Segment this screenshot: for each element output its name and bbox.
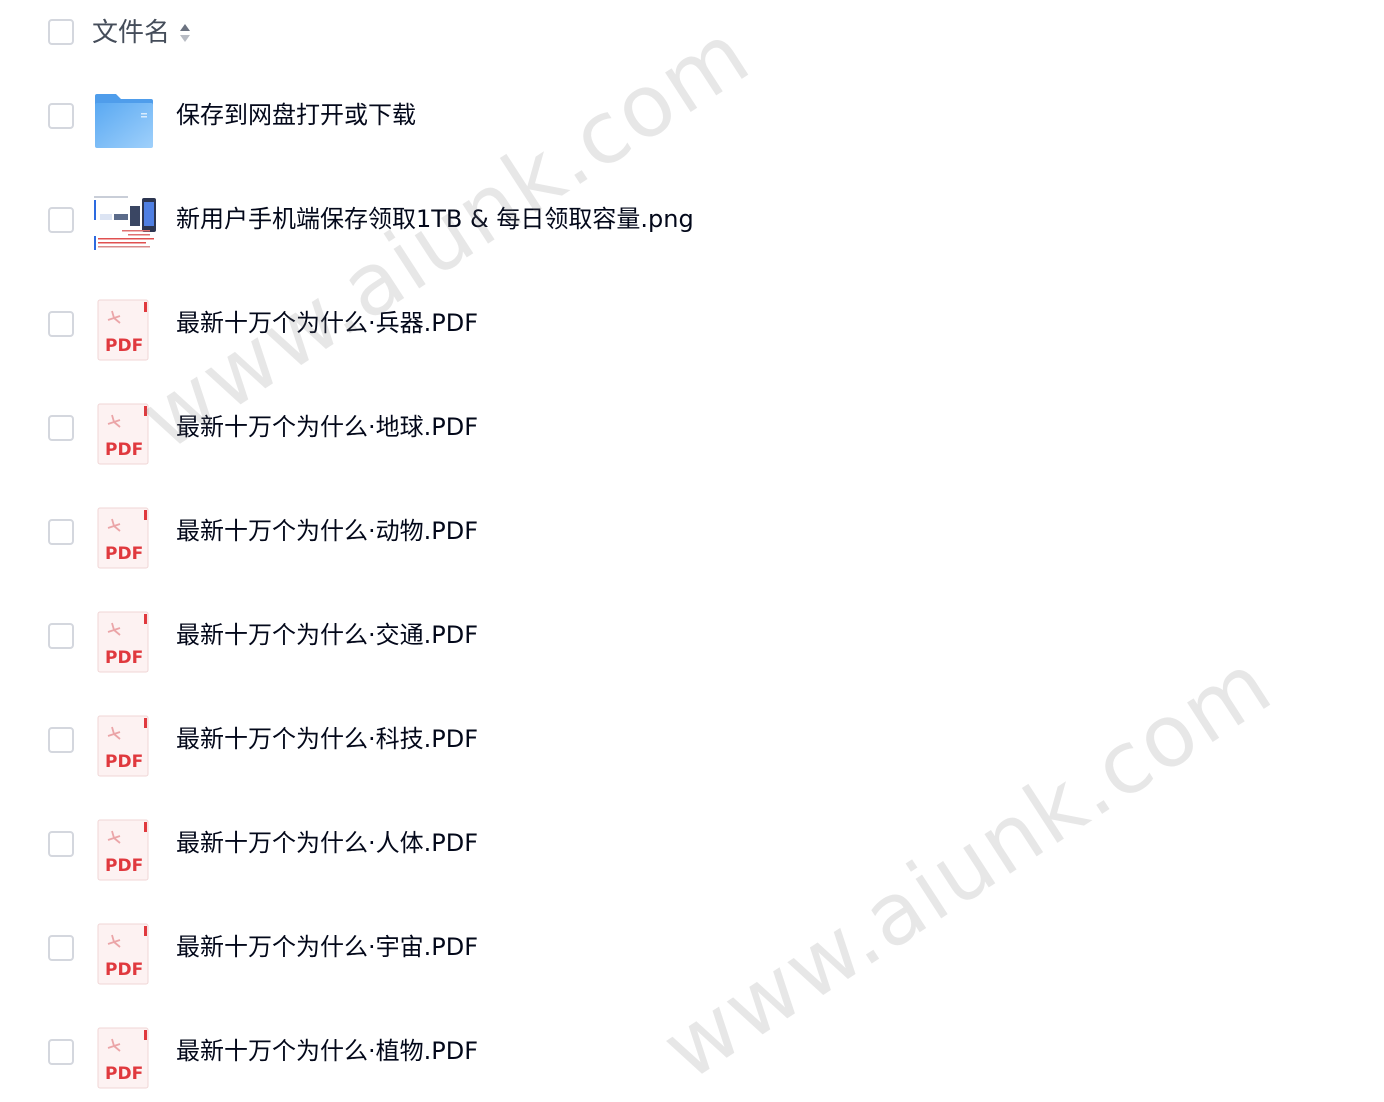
- pdf-icon: PDF: [97, 819, 149, 881]
- row-checkbox[interactable]: [48, 207, 74, 233]
- pdf-icon: PDF: [97, 299, 149, 361]
- file-name[interactable]: 最新十万个为什么·兵器.PDF: [176, 304, 478, 342]
- pdf-icon: PDF: [97, 611, 149, 673]
- pdf-icon-label: PDF: [105, 752, 143, 772]
- file-list: 文件名 保存到网盘打开或下载 新用户手机端保存领取1TB & 每日领取容量.pn…: [0, 0, 1384, 1102]
- pdf-icon-label: PDF: [105, 856, 143, 876]
- column-header-filename[interactable]: 文件名: [92, 14, 170, 52]
- row-checkbox[interactable]: [48, 1039, 74, 1065]
- pdf-icon: PDF: [97, 507, 149, 569]
- row-checkbox[interactable]: [48, 831, 74, 857]
- row-checkbox[interactable]: [48, 103, 74, 129]
- list-item[interactable]: 保存到网盘打开或下载: [0, 62, 1384, 166]
- pdf-icon: PDF: [97, 1027, 149, 1089]
- select-all-checkbox[interactable]: [48, 19, 74, 45]
- row-checkbox[interactable]: [48, 311, 74, 337]
- pdf-icon-label: PDF: [105, 440, 143, 460]
- pdf-icon-label: PDF: [105, 336, 143, 356]
- row-checkbox[interactable]: [48, 727, 74, 753]
- folder-icon: [95, 94, 153, 148]
- row-checkbox[interactable]: [48, 415, 74, 441]
- pdf-icon-label: PDF: [105, 1064, 143, 1084]
- list-header: 文件名: [0, 0, 1384, 66]
- file-name[interactable]: 最新十万个为什么·动物.PDF: [176, 512, 478, 550]
- file-name[interactable]: 保存到网盘打开或下载: [176, 96, 416, 134]
- list-item[interactable]: PDF 最新十万个为什么·兵器.PDF: [0, 270, 1384, 374]
- list-item[interactable]: PDF 最新十万个为什么·动物.PDF: [0, 478, 1384, 582]
- file-name[interactable]: 最新十万个为什么·植物.PDF: [176, 1032, 478, 1070]
- list-item[interactable]: PDF 最新十万个为什么·地球.PDF: [0, 374, 1384, 478]
- image-thumbnail: [92, 194, 156, 258]
- file-name[interactable]: 新用户手机端保存领取1TB & 每日领取容量.png: [176, 200, 694, 238]
- file-name[interactable]: 最新十万个为什么·地球.PDF: [176, 408, 478, 446]
- row-checkbox[interactable]: [48, 519, 74, 545]
- list-item[interactable]: PDF 最新十万个为什么·交通.PDF: [0, 582, 1384, 686]
- file-name[interactable]: 最新十万个为什么·科技.PDF: [176, 720, 478, 758]
- pdf-icon: PDF: [97, 715, 149, 777]
- sort-icon[interactable]: [178, 21, 192, 45]
- pdf-icon-label: PDF: [105, 544, 143, 564]
- list-item[interactable]: 新用户手机端保存领取1TB & 每日领取容量.png: [0, 166, 1384, 270]
- file-name[interactable]: 最新十万个为什么·人体.PDF: [176, 824, 478, 862]
- pdf-icon: PDF: [97, 923, 149, 985]
- file-name[interactable]: 最新十万个为什么·交通.PDF: [176, 616, 478, 654]
- row-checkbox[interactable]: [48, 935, 74, 961]
- list-item[interactable]: PDF 最新十万个为什么·植物.PDF: [0, 998, 1384, 1102]
- pdf-icon-label: PDF: [105, 648, 143, 668]
- pdf-icon-label: PDF: [105, 960, 143, 980]
- pdf-icon: PDF: [97, 403, 149, 465]
- list-item[interactable]: PDF 最新十万个为什么·人体.PDF: [0, 790, 1384, 894]
- list-item[interactable]: PDF 最新十万个为什么·宇宙.PDF: [0, 894, 1384, 998]
- file-name[interactable]: 最新十万个为什么·宇宙.PDF: [176, 928, 478, 966]
- list-item[interactable]: PDF 最新十万个为什么·科技.PDF: [0, 686, 1384, 790]
- row-checkbox[interactable]: [48, 623, 74, 649]
